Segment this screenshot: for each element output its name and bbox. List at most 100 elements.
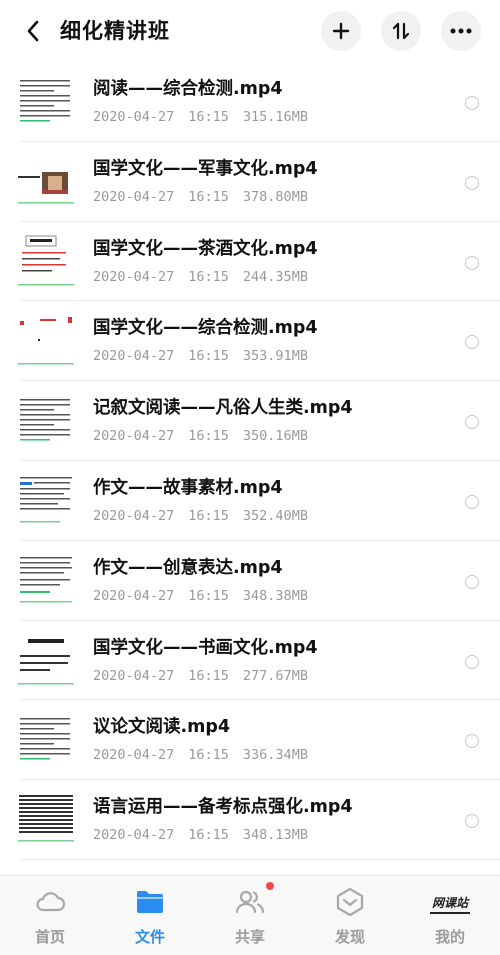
file-thumbnail <box>18 712 74 769</box>
file-date: 2020-04-27 <box>93 667 175 684</box>
file-time: 16:15 <box>188 747 229 764</box>
file-meta: 2020-04-27 16:15 244.35MB <box>93 268 308 286</box>
file-meta: 2020-04-27 16:15 348.13MB <box>93 826 308 844</box>
file-time: 16:15 <box>188 268 229 285</box>
file-date: 2020-04-27 <box>93 507 175 524</box>
file-thumbnail <box>18 393 74 450</box>
file-meta: 2020-04-27 16:15 336.34MB <box>93 746 308 764</box>
file-name: 国学文化——综合检测.mp4 <box>93 318 318 339</box>
file-row[interactable]: 国学文化——军事文化.mp4 2020-04-27 16:15 378.80MB <box>0 142 500 222</box>
file-name: 国学文化——书画文化.mp4 <box>93 637 318 658</box>
file-list: 阅读——综合检测.mp4 2020-04-27 16:15 315.16MB 国学文化—… <box>0 62 500 860</box>
select-radio[interactable] <box>465 494 479 509</box>
page-title: 细化精讲班 <box>60 19 170 43</box>
file-date: 2020-04-27 <box>93 109 175 125</box>
profile-logo-icon: 网课站 <box>424 892 476 914</box>
file-name: 语言运用——备考标点强化.mp4 <box>93 797 353 818</box>
file-size: 315.16MB <box>242 109 308 125</box>
file-row[interactable]: 国学文化——茶酒文化.mp4 2020-04-27 16:15 244.35MB <box>0 222 500 302</box>
select-radio[interactable] <box>465 96 479 110</box>
nav-label-profile: 我的 <box>434 928 465 946</box>
file-row[interactable]: 语言运用——备考标点强化.mp4 2020-04-27 16:15 348.13MB <box>0 780 500 860</box>
file-name: 国学文化——茶酒文化.mp4 <box>93 238 318 259</box>
nav-label-files: 文件 <box>134 928 165 946</box>
file-name: 记叙文阅读——凡俗人生类.mp4 <box>93 398 353 419</box>
file-time: 16:15 <box>188 188 229 205</box>
add-button[interactable] <box>321 11 361 51</box>
file-row[interactable]: 作文——创意表达.mp4 2020-04-27 16:15 348.38MB <box>0 541 500 621</box>
nav-home[interactable]: 首页 <box>0 876 100 955</box>
notification-badge <box>266 882 274 890</box>
select-radio[interactable] <box>465 415 479 430</box>
sort-button[interactable] <box>381 11 421 51</box>
file-time: 16:15 <box>188 428 229 445</box>
file-meta: 2020-04-27 16:15 348.38MB <box>93 587 308 605</box>
file-meta: 2020-04-27 16:15 350.16MB <box>93 427 308 445</box>
nav-label-home: 首页 <box>34 928 65 946</box>
plus-icon <box>332 22 350 40</box>
select-radio[interactable] <box>465 574 479 589</box>
nav-share[interactable]: 共享 <box>200 876 300 955</box>
file-date: 2020-04-27 <box>93 428 175 445</box>
nav-files[interactable]: 文件 <box>100 876 200 955</box>
chevron-left-icon <box>27 20 39 42</box>
more-button[interactable] <box>441 11 481 51</box>
file-row[interactable]: 国学文化——综合检测.mp4 2020-04-27 16:15 353.91MB <box>0 301 500 381</box>
file-row[interactable]: 国学文化——书画文化.mp4 2020-04-27 16:15 277.67MB <box>0 621 500 701</box>
file-time: 16:15 <box>188 348 229 365</box>
select-radio[interactable] <box>465 175 479 190</box>
logo-underline <box>430 912 470 914</box>
select-radio[interactable] <box>465 255 479 270</box>
cloud-icon <box>36 892 66 912</box>
file-row[interactable]: 阅读——综合检测.mp4 2020-04-27 16:15 315.16MB <box>0 62 500 142</box>
file-size: 277.67MB <box>242 667 308 684</box>
nav-label-discover: 发现 <box>334 928 365 946</box>
file-row[interactable]: 作文——故事素材.mp4 2020-04-27 16:15 352.40MB <box>0 461 500 541</box>
file-name: 议论文阅读.mp4 <box>93 717 231 738</box>
file-row[interactable]: 记叙文阅读——凡俗人生类.mp4 2020-04-27 16:15 350.16MB <box>0 381 500 461</box>
file-meta: 2020-04-27 16:15 315.16MB <box>93 108 308 126</box>
select-radio[interactable] <box>465 814 479 829</box>
file-time: 16:15 <box>188 667 229 684</box>
file-date: 2020-04-27 <box>93 587 175 604</box>
top-bar: 细化精讲班 <box>0 0 500 62</box>
people-icon <box>235 890 265 914</box>
select-radio[interactable] <box>465 734 479 749</box>
file-date: 2020-04-27 <box>93 268 175 285</box>
nav-profile[interactable]: 网课站 我的 <box>400 876 500 955</box>
profile-logo-text: 网课站 <box>431 896 468 910</box>
file-meta: 2020-04-27 16:15 277.67MB <box>93 667 308 685</box>
folder-icon <box>137 891 163 913</box>
file-date: 2020-04-27 <box>93 188 175 205</box>
file-row[interactable]: 议论文阅读.mp4 2020-04-27 16:15 336.34MB <box>0 700 500 780</box>
file-name: 阅读——综合检测.mp4 <box>93 79 283 99</box>
nav-discover[interactable]: 发现 <box>300 876 400 955</box>
file-size: 352.40MB <box>242 507 308 524</box>
file-date: 2020-04-27 <box>93 827 175 844</box>
file-meta: 2020-04-27 16:15 378.80MB <box>93 188 308 206</box>
file-thumbnail <box>18 74 74 130</box>
file-size: 378.80MB <box>242 188 308 205</box>
file-date: 2020-04-27 <box>93 348 175 365</box>
file-thumbnail <box>18 153 74 210</box>
select-radio[interactable] <box>465 654 479 669</box>
file-time: 16:15 <box>188 587 229 604</box>
file-size: 244.35MB <box>242 268 308 285</box>
select-radio[interactable] <box>465 335 479 350</box>
file-time: 16:15 <box>188 827 229 844</box>
file-size: 348.38MB <box>242 587 308 604</box>
file-date: 2020-04-27 <box>93 747 175 764</box>
file-name: 作文——故事素材.mp4 <box>93 477 283 498</box>
file-size: 350.16MB <box>242 428 308 445</box>
file-name: 国学文化——军事文化.mp4 <box>93 158 318 179</box>
sort-icon <box>392 22 410 40</box>
file-meta: 2020-04-27 16:15 352.40MB <box>93 507 308 525</box>
discover-icon <box>336 887 364 917</box>
file-time: 16:15 <box>188 109 229 125</box>
file-time: 16:15 <box>188 507 229 524</box>
more-dots-icon <box>450 28 472 34</box>
back-button[interactable] <box>20 18 46 44</box>
file-thumbnail <box>18 552 74 609</box>
file-thumbnail <box>18 472 74 529</box>
file-thumbnail <box>18 792 74 849</box>
